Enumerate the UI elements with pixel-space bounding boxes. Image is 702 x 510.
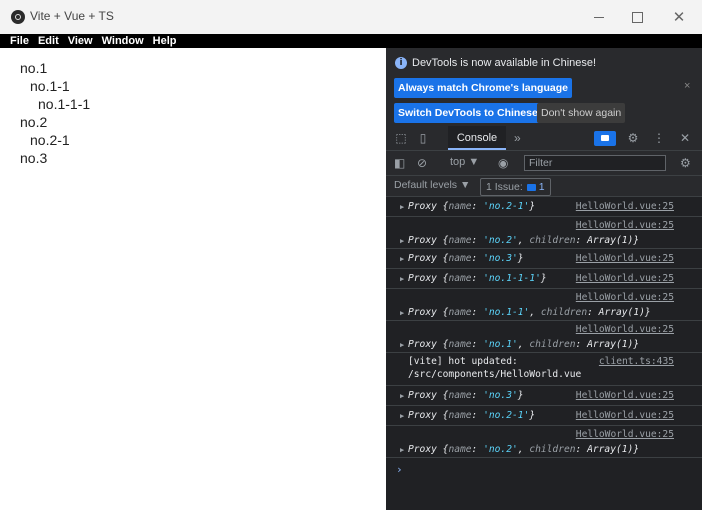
notice-close-icon[interactable]: × xyxy=(684,80,690,92)
expand-triangle-icon[interactable]: ▶ xyxy=(400,203,404,211)
expand-triangle-icon[interactable]: ▶ xyxy=(400,237,404,245)
window-titlebar: Vite + Vue + TS ✕ xyxy=(0,0,702,34)
vite-message-path: /src/components/HelloWorld.vue xyxy=(408,369,582,380)
console-object: Proxy {name: 'no.3'} xyxy=(408,253,524,264)
tree-list: no.1 no.1-1 no.1-1-1 no.2 no.2-1 no.3 xyxy=(20,59,90,167)
console-object: Proxy {name: 'no.1-1', children: Array(1… xyxy=(408,307,651,318)
expand-triangle-icon[interactable]: ▶ xyxy=(400,392,404,400)
console-row[interactable]: HelloWorld.vue:25 ▶ Proxy {name: 'no.3'} xyxy=(386,249,702,269)
more-tabs-icon[interactable]: » xyxy=(514,131,521,145)
page-viewport: no.1 no.1-1 no.1-1-1 no.2 no.2-1 no.3 xyxy=(5,48,386,510)
issues-count: 1 xyxy=(538,181,545,193)
menu-view[interactable]: View xyxy=(68,34,93,48)
console-prompt[interactable]: › xyxy=(396,463,403,476)
console-object: Proxy {name: 'no.2-1'} xyxy=(408,410,536,421)
console-object: Proxy {name: 'no.2', children: Array(1)} xyxy=(408,444,640,455)
vite-message: [vite] hot updated: xyxy=(408,356,518,367)
tree-node: no.2-1 xyxy=(30,132,70,148)
console-row[interactable]: HelloWorld.vue:25 ▶ Proxy {name: 'no.2-1… xyxy=(386,197,702,217)
info-icon: i xyxy=(395,57,407,69)
menu-file[interactable]: File xyxy=(10,34,29,48)
source-link[interactable]: HelloWorld.vue:25 xyxy=(576,324,674,335)
console-row[interactable]: HelloWorld.vue:25 ▶ Proxy {name: 'no.1',… xyxy=(386,321,702,353)
expand-triangle-icon[interactable]: ▶ xyxy=(400,255,404,263)
source-link[interactable]: HelloWorld.vue:25 xyxy=(576,410,674,421)
source-link[interactable]: HelloWorld.vue:25 xyxy=(576,429,674,440)
tree-node: no.3 xyxy=(20,150,48,166)
expand-triangle-icon[interactable]: ▶ xyxy=(400,275,404,283)
notice-text: DevTools is now available in Chinese! xyxy=(412,57,597,69)
switch-to-chinese-button[interactable]: Switch DevTools to Chinese xyxy=(394,103,542,123)
always-match-language-button[interactable]: Always match Chrome's language xyxy=(394,78,572,98)
app-icon xyxy=(11,10,25,24)
issues-button[interactable]: 1 Issue: 1 xyxy=(480,178,551,196)
close-devtools-icon[interactable]: ✕ xyxy=(678,131,692,145)
source-link[interactable]: HelloWorld.vue:25 xyxy=(576,273,674,284)
expand-triangle-icon[interactable]: ▶ xyxy=(400,341,404,349)
menu-window[interactable]: Window xyxy=(102,34,144,48)
console-row[interactable]: HelloWorld.vue:25 ▶ Proxy {name: 'no.2-1… xyxy=(386,406,702,426)
menu-edit[interactable]: Edit xyxy=(38,34,59,48)
close-window-button[interactable]: ✕ xyxy=(656,0,702,34)
levels-bar: Default levels ▼ 1 Issue: 1 xyxy=(386,176,702,197)
settings-gear-icon[interactable]: ⚙ xyxy=(626,131,640,145)
console-row[interactable]: HelloWorld.vue:25 ▶ Proxy {name: 'no.1-1… xyxy=(386,289,702,321)
clear-console-icon[interactable]: ⊘ xyxy=(417,156,427,170)
filter-placeholder: Filter xyxy=(529,157,553,169)
console-object: Proxy {name: 'no.1-1-1'} xyxy=(408,273,547,284)
inspect-element-icon[interactable]: ⬚ xyxy=(394,131,408,145)
source-link[interactable]: HelloWorld.vue:25 xyxy=(576,253,674,264)
context-selector[interactable]: top ▼ xyxy=(450,156,479,168)
menu-bar: File Edit View Window Help xyxy=(0,34,702,48)
default-levels-dropdown[interactable]: Default levels ▼ xyxy=(394,179,470,191)
source-link[interactable]: client.ts:435 xyxy=(599,356,674,367)
maximize-button[interactable] xyxy=(614,0,660,34)
minimize-icon xyxy=(594,16,604,18)
source-link[interactable]: HelloWorld.vue:25 xyxy=(576,390,674,401)
tree-node: no.2 xyxy=(20,114,48,130)
issue-message-icon xyxy=(526,183,536,191)
live-expression-eye-icon[interactable]: ◉ xyxy=(498,156,508,170)
console-settings-icon[interactable]: ⚙ xyxy=(680,156,691,170)
console-object: Proxy {name: 'no.2', children: Array(1)} xyxy=(408,235,640,246)
console-object: Proxy {name: 'no.2-1'} xyxy=(408,201,536,212)
sidebar-toggle-icon[interactable]: ◧ xyxy=(394,156,405,170)
maximize-icon xyxy=(631,11,643,23)
tree-node: no.1-1 xyxy=(30,78,70,94)
filter-input[interactable]: Filter xyxy=(524,155,666,171)
console-toolbar: ◧ ⊘ top ▼ ◉ Filter ⚙ xyxy=(386,151,702,176)
issues-label: 1 Issue: xyxy=(486,181,523,193)
menu-help[interactable]: Help xyxy=(153,34,177,48)
console-row-vite[interactable]: client.ts:435 [vite] hot updated: /src/c… xyxy=(386,353,702,386)
dont-show-again-button[interactable]: Don't show again xyxy=(537,103,626,123)
expand-triangle-icon[interactable]: ▶ xyxy=(400,412,404,420)
console-object: Proxy {name: 'no.3'} xyxy=(408,390,524,401)
source-link[interactable]: HelloWorld.vue:25 xyxy=(576,220,674,231)
console-object: Proxy {name: 'no.1', children: Array(1)} xyxy=(408,339,640,350)
devtools-tabbar: ⬚ ▯ Console » ⚙ ⋮ ✕ xyxy=(386,126,702,151)
tree-node: no.1 xyxy=(20,60,48,76)
kebab-menu-icon[interactable]: ⋮ xyxy=(652,131,666,145)
console-row[interactable]: HelloWorld.vue:25 ▶ Proxy {name: 'no.1-1… xyxy=(386,269,702,289)
tree-node: no.1-1-1 xyxy=(38,96,91,112)
close-icon: ✕ xyxy=(672,8,686,26)
source-link[interactable]: HelloWorld.vue:25 xyxy=(576,292,674,303)
messages-badge-icon[interactable] xyxy=(594,131,616,146)
expand-triangle-icon[interactable]: ▶ xyxy=(400,309,404,317)
language-notice: i DevTools is now available in Chinese! … xyxy=(386,48,702,126)
window-title: Vite + Vue + TS xyxy=(30,9,114,23)
console-row[interactable]: HelloWorld.vue:25 ▶ Proxy {name: 'no.3'} xyxy=(386,386,702,406)
source-link[interactable]: HelloWorld.vue:25 xyxy=(576,201,674,212)
device-toolbar-icon[interactable]: ▯ xyxy=(416,131,430,145)
devtools-panel: i DevTools is now available in Chinese! … xyxy=(386,48,702,510)
console-row[interactable]: HelloWorld.vue:25 ▶ Proxy {name: 'no.2',… xyxy=(386,426,702,458)
tab-console[interactable]: Console xyxy=(448,126,506,150)
expand-triangle-icon[interactable]: ▶ xyxy=(400,446,404,454)
console-output: HelloWorld.vue:25 ▶ Proxy {name: 'no.2-1… xyxy=(386,197,702,510)
console-row[interactable]: HelloWorld.vue:25 ▶ Proxy {name: 'no.2',… xyxy=(386,217,702,249)
